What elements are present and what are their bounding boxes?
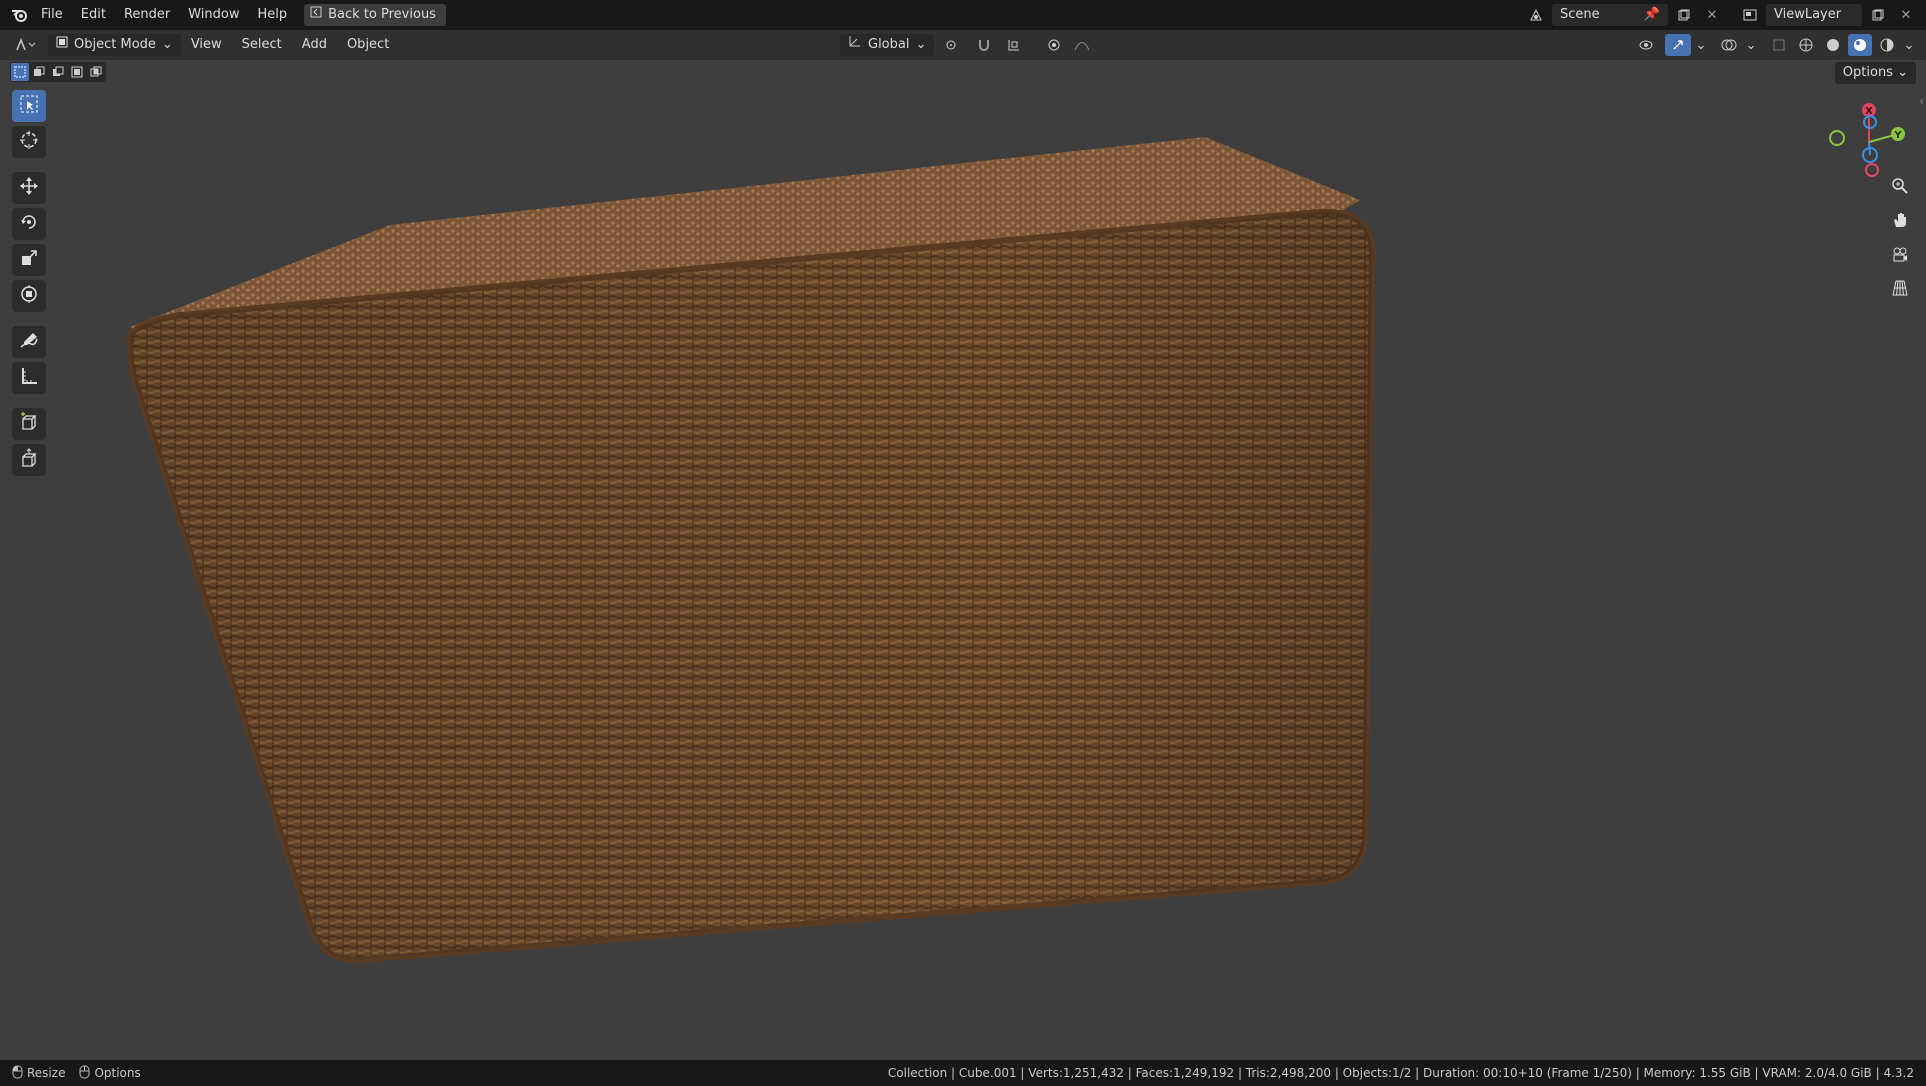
annotate-tool[interactable] bbox=[12, 326, 46, 358]
gizmo-toggle-icon[interactable] bbox=[1665, 34, 1691, 56]
orientation-icon bbox=[848, 34, 862, 56]
cursor-tool[interactable] bbox=[12, 126, 46, 158]
view-layer-name: ViewLayer bbox=[1774, 7, 1842, 22]
object-mode-icon bbox=[56, 34, 68, 56]
overlays-toggle-icon[interactable] bbox=[1717, 34, 1741, 56]
wireframe-shading-icon[interactable] bbox=[1794, 34, 1818, 56]
back-to-previous-button[interactable]: Back to Previous bbox=[304, 4, 446, 26]
menu-edit[interactable]: Edit bbox=[72, 3, 115, 27]
view-layer-icon[interactable] bbox=[1738, 4, 1762, 26]
overlays-dropdown-icon[interactable]: ⌄ bbox=[1744, 34, 1758, 56]
top-bar: File Edit Render Window Help Back to Pre… bbox=[0, 0, 1926, 30]
menu-file[interactable]: File bbox=[32, 3, 72, 27]
editor-type-icon[interactable] bbox=[10, 34, 42, 56]
rendered-shading-icon[interactable] bbox=[1875, 34, 1899, 56]
visibility-selectability-icon[interactable] bbox=[1632, 34, 1662, 56]
transform-orientation-dropdown[interactable]: Global ⌄ bbox=[840, 34, 935, 56]
extrude-tool[interactable] bbox=[12, 444, 46, 476]
neg-y-handle bbox=[1829, 130, 1845, 146]
new-scene-icon[interactable] bbox=[1672, 4, 1696, 26]
select-new-icon[interactable] bbox=[11, 63, 29, 81]
blender-logo-icon[interactable] bbox=[8, 4, 32, 26]
rotate-tool[interactable] bbox=[12, 208, 46, 240]
status-bar: Resize Options Collection | Cube.001 | V… bbox=[0, 1060, 1926, 1086]
options-dropdown[interactable]: Options ⌄ bbox=[1834, 62, 1916, 84]
camera-view-icon[interactable] bbox=[1886, 240, 1914, 268]
scale-icon bbox=[19, 248, 39, 272]
solid-shading-icon[interactable] bbox=[1821, 34, 1845, 56]
measure-tool[interactable] bbox=[12, 362, 46, 394]
move-tool[interactable] bbox=[12, 172, 46, 204]
scene-name: Scene bbox=[1560, 7, 1600, 22]
select-box-tool[interactable] bbox=[12, 90, 46, 122]
proportional-editing-icon[interactable] bbox=[1042, 34, 1066, 56]
perspective-grid-icon[interactable] bbox=[1886, 274, 1914, 302]
snap-toggle-icon[interactable] bbox=[972, 34, 996, 56]
orientation-label: Global bbox=[868, 37, 910, 52]
options-label: Options bbox=[1842, 65, 1893, 80]
select-intersect-icon[interactable] bbox=[87, 63, 105, 81]
navigation-gizmo[interactable]: X Y bbox=[1826, 92, 1916, 182]
scene-statistics: Collection | Cube.001 | Verts:1,251,432 … bbox=[887, 1066, 1914, 1080]
viewport-header: Object Mode ⌄ View Select Add Object Glo… bbox=[0, 30, 1926, 60]
menu-select[interactable]: Select bbox=[232, 34, 292, 56]
transform-icon bbox=[19, 284, 39, 308]
pivot-point-icon[interactable] bbox=[938, 34, 968, 56]
add-cube-icon bbox=[19, 412, 39, 436]
sidebar-toggle-icon[interactable]: ‹ bbox=[1919, 94, 1924, 108]
back-label: Back to Previous bbox=[328, 7, 436, 22]
view-layer-field[interactable]: ViewLayer bbox=[1766, 4, 1862, 26]
menu-view[interactable]: View bbox=[181, 34, 232, 56]
annotate-icon bbox=[19, 330, 39, 354]
chevron-down-icon: ⌄ bbox=[915, 37, 927, 52]
menu-render[interactable]: Render bbox=[115, 3, 179, 27]
menu-add[interactable]: Add bbox=[292, 34, 337, 56]
mode-label: Object Mode bbox=[74, 37, 156, 52]
scale-tool[interactable] bbox=[12, 244, 46, 276]
remove-scene-icon[interactable]: ✕ bbox=[1700, 4, 1724, 26]
scene-name-field[interactable]: Scene 📌 bbox=[1552, 4, 1668, 26]
menu-window[interactable]: Window bbox=[179, 3, 248, 27]
wicker-box-object[interactable] bbox=[0, 60, 1926, 1060]
selection-mode-group bbox=[10, 62, 106, 82]
pin-icon[interactable]: 📌 bbox=[1644, 4, 1660, 26]
move-icon bbox=[19, 176, 39, 200]
select-box-icon bbox=[19, 94, 39, 118]
back-icon bbox=[310, 4, 322, 26]
status-resize-label: Resize bbox=[27, 1066, 66, 1080]
remove-view-layer-icon[interactable]: ✕ bbox=[1894, 4, 1918, 26]
rotate-icon bbox=[19, 212, 39, 236]
mode-dropdown[interactable]: Object Mode ⌄ bbox=[48, 34, 181, 56]
mouse-left-icon bbox=[12, 1065, 23, 1082]
material-preview-shading-icon[interactable] bbox=[1848, 34, 1872, 56]
snap-target-icon[interactable] bbox=[1000, 34, 1030, 56]
neg-x-handle bbox=[1865, 163, 1879, 177]
zoom-icon[interactable] bbox=[1886, 172, 1914, 200]
chevron-down-icon: ⌄ bbox=[161, 37, 173, 52]
select-extend-icon[interactable] bbox=[30, 63, 48, 81]
status-options-label: Options bbox=[94, 1066, 141, 1080]
falloff-icon[interactable] bbox=[1070, 34, 1094, 56]
menu-help[interactable]: Help bbox=[249, 3, 297, 27]
3d-viewport[interactable]: Options ⌄ X Y ‹ bbox=[0, 60, 1926, 1060]
add-cube-tool[interactable] bbox=[12, 408, 46, 440]
gizmo-dropdown-icon[interactable]: ⌄ bbox=[1694, 34, 1708, 56]
scene-selector-icon[interactable] bbox=[1524, 4, 1548, 26]
pan-hand-icon[interactable] bbox=[1886, 206, 1914, 234]
measure-icon bbox=[19, 366, 39, 390]
mouse-right-icon bbox=[79, 1065, 90, 1082]
extrude-icon bbox=[19, 448, 39, 472]
cursor-icon bbox=[19, 130, 39, 154]
select-subtract-icon[interactable] bbox=[49, 63, 67, 81]
tool-shelf bbox=[12, 90, 48, 476]
shading-dropdown-icon[interactable]: ⌄ bbox=[1902, 34, 1916, 56]
menu-object[interactable]: Object bbox=[337, 34, 399, 56]
select-invert-icon[interactable] bbox=[68, 63, 86, 81]
transform-tool[interactable] bbox=[12, 280, 46, 312]
xray-toggle-icon[interactable] bbox=[1767, 34, 1791, 56]
y-axis-label: Y bbox=[1893, 130, 1902, 141]
new-view-layer-icon[interactable] bbox=[1866, 4, 1890, 26]
viewport-navigation-buttons bbox=[1886, 172, 1914, 302]
